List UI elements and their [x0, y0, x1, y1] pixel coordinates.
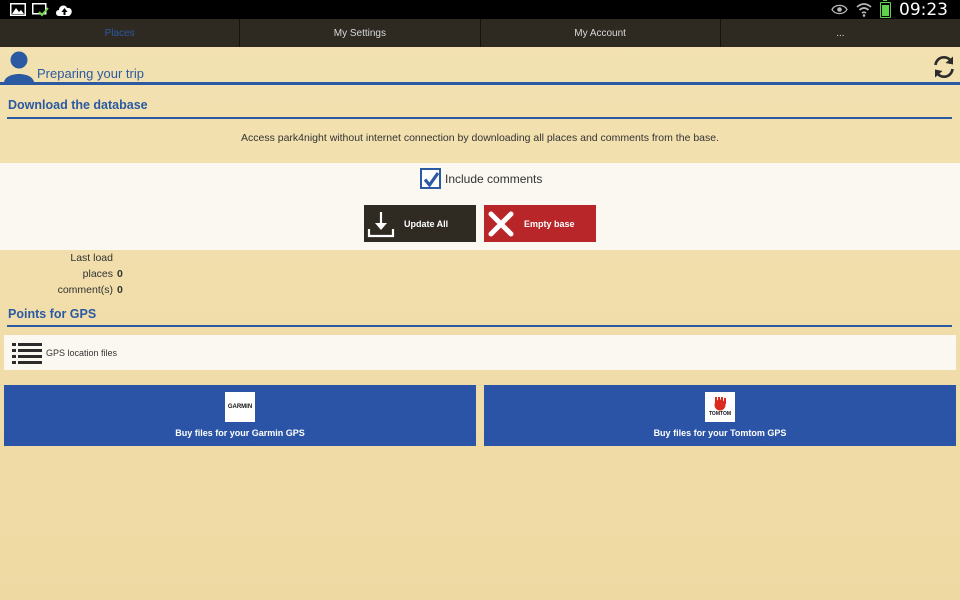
- comments-label: comment(s): [57, 284, 113, 296]
- tab-my-settings[interactable]: My Settings: [240, 19, 481, 47]
- buy-tomtom-button[interactable]: TOMTOM Buy files for your Tomtom GPS: [484, 385, 956, 446]
- garmin-logo-text: GARMIN: [227, 404, 253, 410]
- battery-icon: [880, 0, 891, 18]
- close-icon: [484, 205, 518, 242]
- cloud-upload-icon: [56, 5, 72, 16]
- gps-location-files-item[interactable]: GPS location files: [4, 335, 956, 370]
- comments-count: 0: [117, 284, 123, 296]
- include-comments-checkbox[interactable]: [420, 168, 441, 189]
- page-header: Preparing your trip: [0, 47, 960, 85]
- include-comments-label: Include comments: [445, 171, 543, 186]
- section-divider: [7, 117, 952, 119]
- garmin-logo: GARMIN: [225, 392, 255, 422]
- download-icon: [364, 205, 398, 242]
- empty-base-button[interactable]: Empty base: [484, 205, 596, 242]
- image-icon: [10, 3, 26, 16]
- buy-garmin-button[interactable]: GARMIN Buy files for your Garmin GPS: [4, 385, 476, 446]
- list-icon: [12, 342, 42, 364]
- gps-location-files-label: GPS location files: [46, 347, 118, 358]
- empty-base-label: Empty base: [524, 218, 575, 229]
- update-all-button[interactable]: Update All: [364, 205, 476, 242]
- tab-places[interactable]: Places: [0, 19, 241, 47]
- download-section-title: Download the database: [8, 98, 148, 112]
- tab-my-account[interactable]: My Account: [481, 19, 721, 47]
- tomtom-hand-icon: [714, 397, 726, 411]
- gps-section-title: Points for GPS: [8, 307, 97, 321]
- update-all-label: Update All: [404, 218, 449, 229]
- places-label: places: [82, 268, 113, 280]
- eye-icon: [831, 4, 848, 15]
- clock: 09:23: [899, 0, 948, 20]
- refresh-icon[interactable]: [932, 55, 956, 79]
- tomtom-logo-text: TOMTOM: [708, 411, 732, 417]
- places-count: 0: [117, 268, 123, 280]
- checkmark-icon: [423, 172, 440, 188]
- user-icon: [4, 51, 34, 83]
- status-bar: 09:23: [0, 0, 960, 20]
- wifi-icon: [856, 3, 872, 17]
- buy-garmin-label: Buy files for your Garmin GPS: [175, 428, 305, 438]
- include-comments-option[interactable]: Include comments: [420, 168, 542, 189]
- buy-tomtom-label: Buy files for your Tomtom GPS: [653, 428, 787, 438]
- sync-check-icon: [32, 2, 49, 16]
- download-description: Access park4night without internet conne…: [240, 132, 720, 144]
- tab-bar: Places My Settings My Account ...: [0, 19, 960, 47]
- last-load-label: Last load: [70, 252, 113, 264]
- page-title: Preparing your trip: [37, 66, 144, 81]
- section-divider: [7, 325, 952, 327]
- tab-more[interactable]: ...: [721, 19, 960, 47]
- tomtom-logo: TOMTOM: [705, 392, 735, 422]
